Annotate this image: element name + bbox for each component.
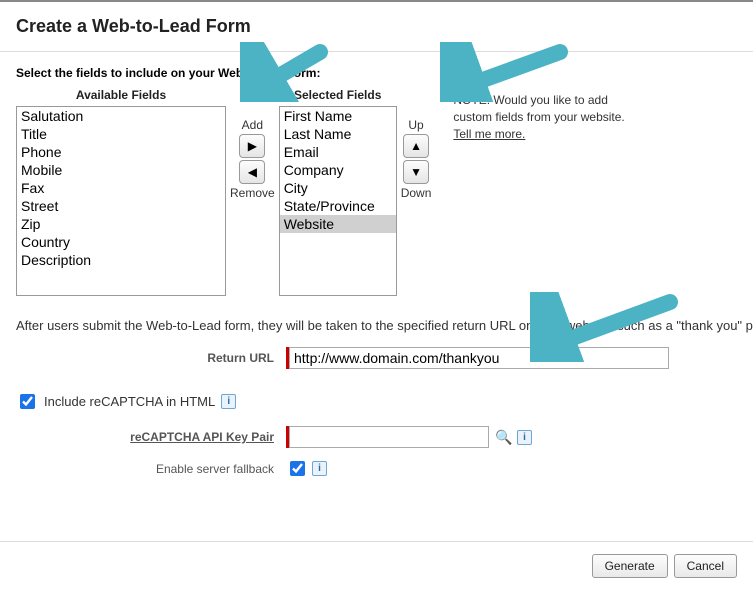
selected-fields-header: Selected Fields bbox=[294, 88, 381, 102]
generate-button[interactable]: Generate bbox=[592, 554, 668, 578]
down-button[interactable]: ▼ bbox=[403, 160, 429, 184]
add-label: Add bbox=[242, 118, 263, 132]
list-item[interactable]: Email bbox=[280, 143, 396, 161]
section-instruction: Select the fields to include on your Web… bbox=[16, 66, 737, 80]
list-item[interactable]: Zip bbox=[17, 215, 225, 233]
list-item[interactable]: Last Name bbox=[280, 125, 396, 143]
include-recaptcha-label: Include reCAPTCHA in HTML bbox=[44, 394, 215, 409]
list-item[interactable]: State/Province bbox=[280, 197, 396, 215]
list-item[interactable]: Salutation bbox=[17, 107, 225, 125]
info-icon[interactable]: i bbox=[221, 394, 236, 409]
selected-fields-listbox[interactable]: First NameLast NameEmailCompanyCityState… bbox=[279, 106, 397, 296]
list-item[interactable]: Title bbox=[17, 125, 225, 143]
cancel-button[interactable]: Cancel bbox=[674, 554, 737, 578]
remove-button[interactable]: ◀ bbox=[239, 160, 265, 184]
available-fields-listbox[interactable]: SalutationTitlePhoneMobileFaxStreetZipCo… bbox=[16, 106, 226, 296]
include-recaptcha-checkbox[interactable] bbox=[20, 394, 35, 409]
list-item[interactable]: Company bbox=[280, 161, 396, 179]
list-item[interactable]: First Name bbox=[280, 107, 396, 125]
info-icon[interactable]: i bbox=[312, 461, 327, 476]
up-label: Up bbox=[408, 118, 423, 132]
available-fields-header: Available Fields bbox=[76, 88, 166, 102]
up-button[interactable]: ▲ bbox=[403, 134, 429, 158]
enable-server-fallback-label: Enable server fallback bbox=[16, 462, 286, 476]
list-item[interactable]: Street bbox=[17, 197, 225, 215]
info-icon[interactable]: i bbox=[517, 430, 532, 445]
recaptcha-keypair-input[interactable] bbox=[289, 426, 489, 448]
list-item[interactable]: Website bbox=[280, 215, 396, 233]
note-text: NOTE: Would you like to add custom field… bbox=[435, 88, 645, 142]
recaptcha-keypair-label: reCAPTCHA API Key Pair bbox=[16, 430, 286, 444]
remove-label: Remove bbox=[230, 186, 275, 200]
list-item[interactable]: Country bbox=[17, 233, 225, 251]
list-item[interactable]: Phone bbox=[17, 143, 225, 161]
tell-me-more-link[interactable]: Tell me more. bbox=[453, 127, 525, 141]
list-item[interactable]: Fax bbox=[17, 179, 225, 197]
enable-server-fallback-checkbox[interactable] bbox=[290, 461, 305, 476]
list-item[interactable]: Description bbox=[17, 251, 225, 269]
list-item[interactable]: Mobile bbox=[17, 161, 225, 179]
lookup-icon[interactable]: 🔍 bbox=[495, 428, 513, 446]
page-title: Create a Web-to-Lead Form bbox=[0, 2, 753, 52]
return-url-label: Return URL bbox=[16, 351, 286, 365]
after-submit-description: After users submit the Web-to-Lead form,… bbox=[16, 318, 737, 333]
return-url-input[interactable] bbox=[289, 347, 669, 369]
list-item[interactable]: City bbox=[280, 179, 396, 197]
down-label: Down bbox=[401, 186, 432, 200]
add-button[interactable]: ▶ bbox=[239, 134, 265, 158]
